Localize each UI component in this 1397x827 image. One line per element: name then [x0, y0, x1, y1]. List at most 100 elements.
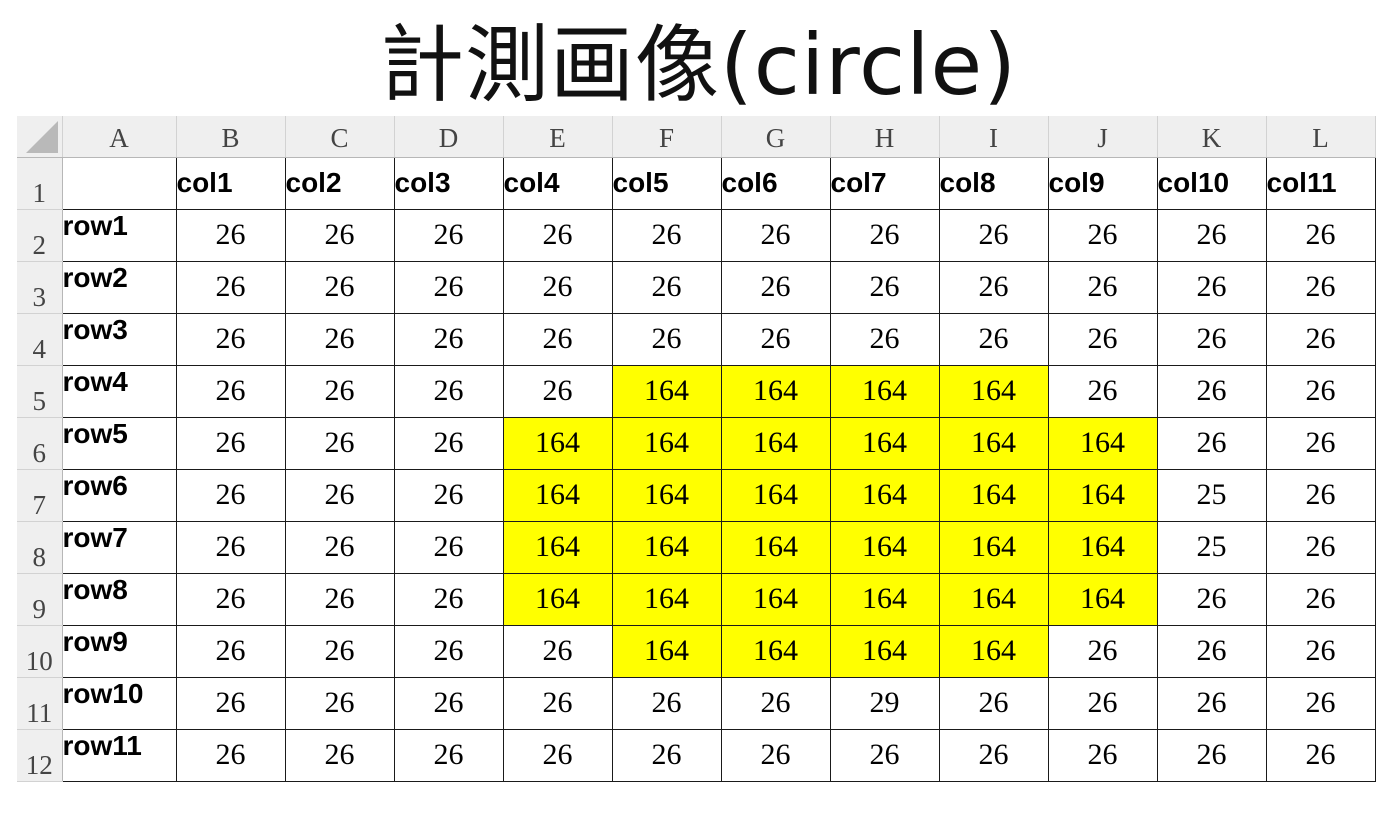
column-header-h[interactable]: H	[830, 116, 940, 158]
value-cell[interactable]: 26	[720, 260, 831, 314]
value-cell[interactable]: 26	[393, 208, 504, 262]
column-label-cell[interactable]: col8	[938, 156, 1049, 210]
value-cell[interactable]: 26	[393, 624, 504, 678]
highlighted-value-cell[interactable]: 164	[611, 520, 722, 574]
value-cell[interactable]: 26	[938, 728, 1049, 782]
highlighted-value-cell[interactable]: 164	[720, 520, 831, 574]
column-header-c[interactable]: C	[285, 116, 395, 158]
row-label-cell[interactable]: row9	[61, 624, 177, 678]
value-cell[interactable]: 26	[393, 572, 504, 626]
value-cell[interactable]: 26	[1047, 260, 1158, 314]
value-cell[interactable]: 26	[1265, 676, 1376, 730]
row-header-3[interactable]: 3	[17, 261, 63, 314]
column-header-a[interactable]: A	[62, 116, 177, 158]
column-label-cell[interactable]: col9	[1047, 156, 1158, 210]
highlighted-value-cell[interactable]: 164	[611, 572, 722, 626]
row-label-cell[interactable]: row1	[61, 208, 177, 262]
value-cell[interactable]: 26	[938, 312, 1049, 366]
highlighted-value-cell[interactable]: 164	[720, 468, 831, 522]
row-header-8[interactable]: 8	[17, 521, 63, 574]
highlighted-value-cell[interactable]: 164	[611, 416, 722, 470]
value-cell[interactable]: 26	[1156, 208, 1267, 262]
value-cell[interactable]: 26	[1265, 260, 1376, 314]
value-cell[interactable]: 26	[175, 624, 286, 678]
column-header-b[interactable]: B	[176, 116, 286, 158]
value-cell[interactable]: 25	[1156, 468, 1267, 522]
value-cell[interactable]: 26	[284, 364, 395, 418]
value-cell[interactable]: 26	[1047, 728, 1158, 782]
highlighted-value-cell[interactable]: 164	[502, 468, 613, 522]
value-cell[interactable]: 25	[1156, 520, 1267, 574]
value-cell[interactable]: 26	[393, 676, 504, 730]
value-cell[interactable]: 26	[1156, 364, 1267, 418]
value-cell[interactable]: 26	[393, 520, 504, 574]
column-header-g[interactable]: G	[721, 116, 831, 158]
column-label-cell[interactable]: col10	[1156, 156, 1267, 210]
value-cell[interactable]: 26	[284, 260, 395, 314]
column-header-k[interactable]: K	[1157, 116, 1267, 158]
row-header-11[interactable]: 11	[17, 677, 63, 730]
highlighted-value-cell[interactable]: 164	[611, 468, 722, 522]
value-cell[interactable]: 26	[1265, 520, 1376, 574]
row-label-cell[interactable]: row2	[61, 260, 177, 314]
value-cell[interactable]: 26	[720, 728, 831, 782]
value-cell[interactable]: 26	[938, 208, 1049, 262]
highlighted-value-cell[interactable]: 164	[1047, 416, 1158, 470]
highlighted-value-cell[interactable]: 164	[938, 624, 1049, 678]
row-label-cell[interactable]: row10	[61, 676, 177, 730]
column-label-cell[interactable]: col3	[393, 156, 504, 210]
value-cell[interactable]: 26	[1156, 728, 1267, 782]
value-cell[interactable]: 26	[393, 416, 504, 470]
highlighted-value-cell[interactable]: 164	[938, 520, 1049, 574]
value-cell[interactable]: 26	[1265, 416, 1376, 470]
highlighted-value-cell[interactable]: 164	[938, 572, 1049, 626]
value-cell[interactable]: 26	[1265, 312, 1376, 366]
value-cell[interactable]: 26	[938, 260, 1049, 314]
highlighted-value-cell[interactable]: 164	[1047, 572, 1158, 626]
row-label-cell[interactable]: row6	[61, 468, 177, 522]
column-label-cell[interactable]: col2	[284, 156, 395, 210]
value-cell[interactable]: 26	[1265, 624, 1376, 678]
column-header-j[interactable]: J	[1048, 116, 1158, 158]
highlighted-value-cell[interactable]: 164	[720, 416, 831, 470]
highlighted-value-cell[interactable]: 164	[1047, 520, 1158, 574]
column-header-e[interactable]: E	[503, 116, 613, 158]
row-label-cell[interactable]: row5	[61, 416, 177, 470]
value-cell[interactable]: 26	[720, 312, 831, 366]
highlighted-value-cell[interactable]: 164	[829, 520, 940, 574]
value-cell[interactable]: 26	[1047, 208, 1158, 262]
highlighted-value-cell[interactable]: 164	[720, 364, 831, 418]
value-cell[interactable]: 26	[175, 520, 286, 574]
value-cell[interactable]: 26	[720, 208, 831, 262]
row-label-cell[interactable]: row3	[61, 312, 177, 366]
value-cell[interactable]: 26	[502, 364, 613, 418]
value-cell[interactable]: 26	[1047, 364, 1158, 418]
row-header-10[interactable]: 10	[17, 625, 63, 678]
value-cell[interactable]: 26	[502, 260, 613, 314]
value-cell[interactable]: 26	[611, 260, 722, 314]
value-cell[interactable]: 26	[284, 728, 395, 782]
value-cell[interactable]: 26	[284, 572, 395, 626]
highlighted-value-cell[interactable]: 164	[829, 624, 940, 678]
value-cell[interactable]: 26	[393, 364, 504, 418]
value-cell[interactable]: 29	[829, 676, 940, 730]
row-label-cell[interactable]: row8	[61, 572, 177, 626]
highlighted-value-cell[interactable]: 164	[829, 468, 940, 522]
value-cell[interactable]: 26	[393, 312, 504, 366]
column-label-cell[interactable]: col1	[175, 156, 286, 210]
highlighted-value-cell[interactable]: 164	[938, 416, 1049, 470]
value-cell[interactable]: 26	[1265, 468, 1376, 522]
value-cell[interactable]: 26	[1047, 624, 1158, 678]
row-header-9[interactable]: 9	[17, 573, 63, 626]
column-label-cell[interactable]: col4	[502, 156, 613, 210]
column-label-cell[interactable]: col7	[829, 156, 940, 210]
value-cell[interactable]: 26	[502, 312, 613, 366]
value-cell[interactable]: 26	[1265, 728, 1376, 782]
value-cell[interactable]: 26	[1156, 676, 1267, 730]
value-cell[interactable]: 26	[938, 676, 1049, 730]
highlighted-value-cell[interactable]: 164	[829, 572, 940, 626]
highlighted-value-cell[interactable]: 164	[611, 364, 722, 418]
value-cell[interactable]: 26	[1156, 312, 1267, 366]
highlighted-value-cell[interactable]: 164	[938, 468, 1049, 522]
value-cell[interactable]: 26	[1265, 364, 1376, 418]
